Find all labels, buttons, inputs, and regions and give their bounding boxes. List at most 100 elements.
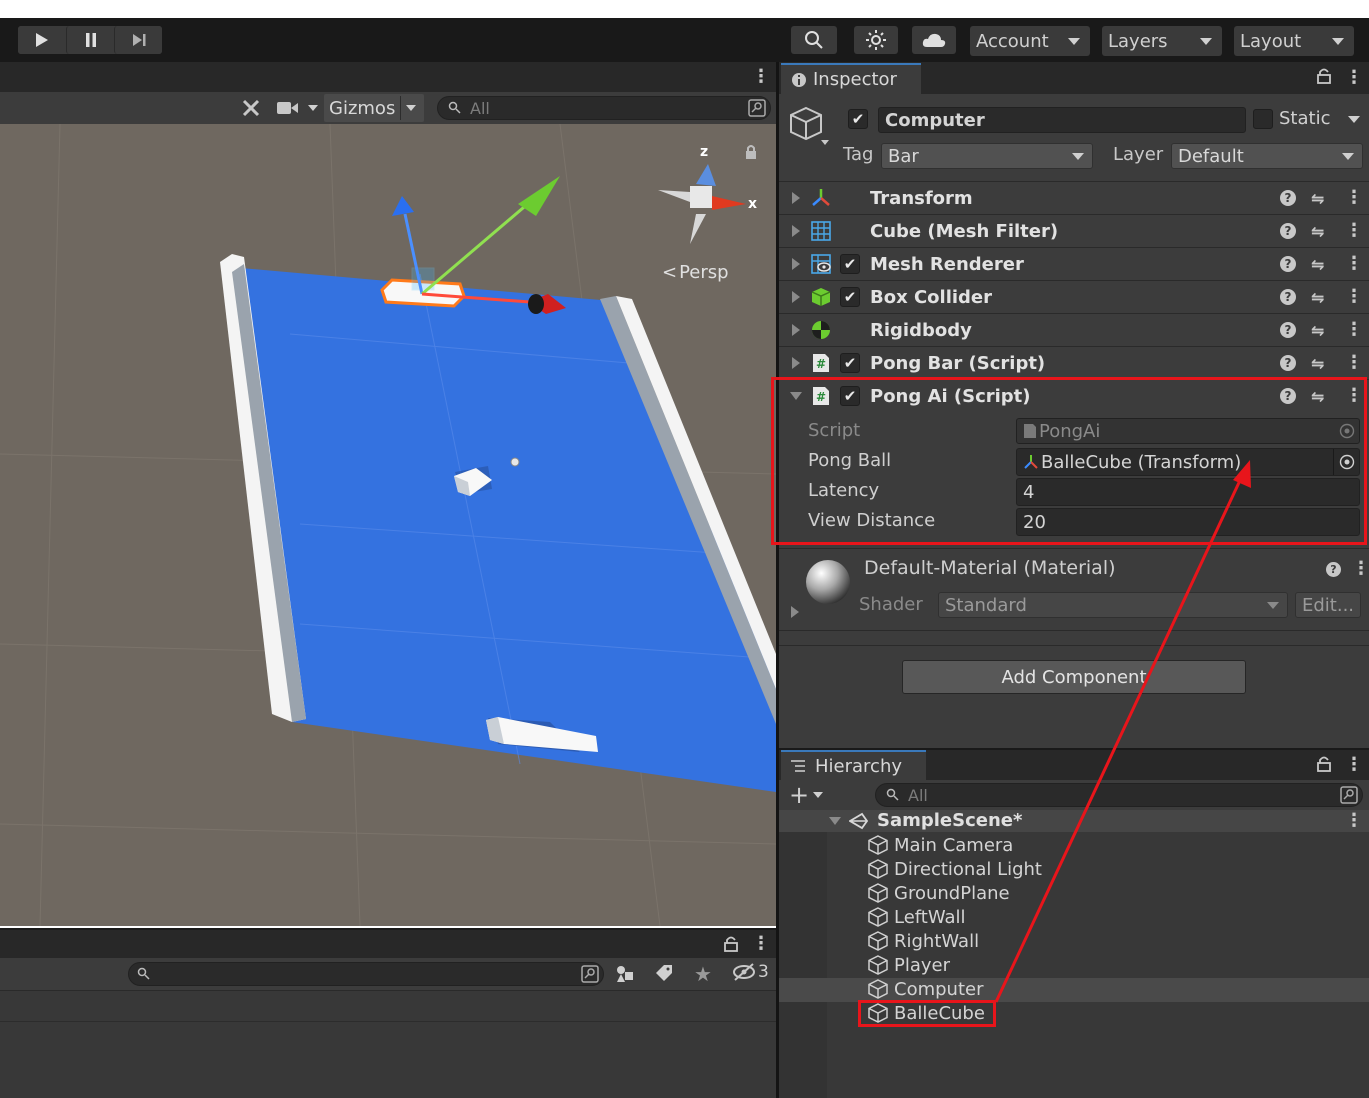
- help-icon[interactable]: ?: [1280, 256, 1296, 272]
- cloud-button[interactable]: [912, 26, 956, 54]
- scene-tab-bar: ⋮: [0, 62, 776, 92]
- scene-header-row[interactable]: SampleScene* ⋮: [779, 810, 1369, 832]
- mesh-filter-icon: [811, 221, 831, 241]
- search-button[interactable]: [791, 26, 837, 54]
- tab-hierarchy[interactable]: Hierarchy: [781, 750, 926, 780]
- foldout-arrow-icon[interactable]: [792, 357, 800, 369]
- play-button[interactable]: [18, 26, 66, 54]
- static-dropdown-chevron-icon[interactable]: [1348, 116, 1360, 123]
- account-dropdown[interactable]: Account: [970, 26, 1090, 56]
- open-search-window-icon[interactable]: [1340, 786, 1358, 804]
- shader-edit-button[interactable]: Edit...: [1295, 592, 1361, 618]
- component-mesh-filter[interactable]: Cube (Mesh Filter) ? ⇋ ⋮: [779, 214, 1369, 247]
- scene-more-icon[interactable]: ⋮: [752, 68, 770, 86]
- create-dropdown[interactable]: +: [789, 783, 829, 807]
- component-enabled-checkbox[interactable]: ✔: [840, 254, 860, 274]
- bottom-search-input[interactable]: [128, 962, 604, 986]
- presets-icon[interactable]: ⇋: [1311, 189, 1324, 208]
- foldout-arrow-expanded-icon[interactable]: [829, 817, 841, 825]
- component-more-icon[interactable]: ⋮: [1345, 354, 1363, 372]
- filter-by-label-icon[interactable]: [654, 964, 674, 984]
- view-mode-toggle[interactable]: < Persp: [662, 262, 729, 283]
- component-more-icon[interactable]: ⋮: [1345, 189, 1363, 207]
- presets-icon[interactable]: ⇋: [1311, 222, 1324, 241]
- hidden-packages-toggle[interactable]: 3: [732, 962, 769, 982]
- presets-icon[interactable]: ⇋: [1311, 321, 1324, 340]
- chevron-down-icon: [406, 105, 416, 111]
- gameobject-cube-icon[interactable]: [789, 106, 831, 150]
- component-transform[interactable]: Transform ? ⇋ ⋮: [779, 181, 1369, 214]
- scene-search-input[interactable]: All: [437, 96, 771, 120]
- foldout-arrow-icon[interactable]: [792, 192, 800, 204]
- camera-dropdown[interactable]: [272, 94, 322, 122]
- component-mesh-renderer[interactable]: ✔ Mesh Renderer ? ⇋ ⋮: [779, 247, 1369, 280]
- open-search-window-icon[interactable]: [581, 965, 599, 983]
- foldout-arrow-icon[interactable]: [791, 606, 799, 618]
- lock-icon[interactable]: [724, 936, 738, 952]
- open-search-window-icon[interactable]: [748, 99, 766, 117]
- layer-dropdown[interactable]: Default: [1171, 143, 1363, 169]
- hierarchy-item[interactable]: Main Camera: [868, 833, 1013, 857]
- tab-inspector[interactable]: Inspector: [781, 63, 921, 94]
- add-component-button[interactable]: Add Component: [902, 660, 1246, 694]
- presets-icon[interactable]: ⇋: [1311, 255, 1324, 274]
- component-pong-bar-script[interactable]: # ✔ Pong Bar (Script) ? ⇋ ⋮: [779, 346, 1369, 379]
- hierarchy-item-label: Directional Light: [894, 858, 1042, 880]
- shader-dropdown[interactable]: Standard: [938, 592, 1288, 618]
- material-more-icon[interactable]: ⋮: [1352, 560, 1369, 578]
- gear-icon: [866, 30, 886, 50]
- component-more-icon[interactable]: ⋮: [1345, 222, 1363, 240]
- layout-dropdown[interactable]: Layout: [1234, 26, 1354, 56]
- component-enabled-checkbox[interactable]: ✔: [840, 353, 860, 373]
- component-more-icon[interactable]: ⋮: [1345, 321, 1363, 339]
- help-icon[interactable]: ?: [1280, 289, 1296, 305]
- scene-name: SampleScene*: [877, 810, 1023, 831]
- help-icon[interactable]: ?: [1326, 562, 1341, 577]
- bottom-panel-more-icon[interactable]: ⋮: [752, 935, 770, 953]
- component-more-icon[interactable]: ⋮: [1345, 255, 1363, 273]
- lock-icon[interactable]: [744, 144, 758, 160]
- lock-icon[interactable]: [1317, 756, 1331, 772]
- foldout-arrow-icon[interactable]: [792, 291, 800, 303]
- component-enabled-checkbox[interactable]: ✔: [840, 287, 860, 307]
- hierarchy-more-icon[interactable]: ⋮: [1345, 756, 1363, 774]
- hierarchy-gutter: [779, 832, 827, 1098]
- hierarchy-item[interactable]: Directional Light: [868, 857, 1042, 881]
- hierarchy-item[interactable]: LeftWall: [868, 905, 966, 929]
- static-checkbox[interactable]: [1253, 109, 1273, 129]
- hierarchy-item-selected[interactable]: Computer: [868, 977, 983, 1001]
- component-rigidbody[interactable]: Rigidbody ? ⇋ ⋮: [779, 313, 1369, 346]
- foldout-arrow-icon[interactable]: [792, 225, 800, 237]
- services-button[interactable]: [854, 26, 898, 54]
- gizmos-dropdown[interactable]: Gizmos: [324, 94, 424, 122]
- inspector-more-icon[interactable]: ⋮: [1345, 69, 1363, 87]
- hierarchy-item[interactable]: GroundPlane: [868, 881, 1010, 905]
- pause-button[interactable]: [66, 26, 114, 54]
- object-name-input[interactable]: Computer: [878, 107, 1246, 133]
- lock-icon[interactable]: [1317, 68, 1331, 84]
- favorites-star-icon[interactable]: ★: [694, 962, 712, 986]
- scene-render[interactable]: [0, 124, 776, 926]
- hierarchy-item[interactable]: Player: [868, 953, 950, 977]
- scene-more-icon[interactable]: ⋮: [1345, 812, 1363, 830]
- tag-dropdown[interactable]: Bar: [881, 143, 1093, 169]
- foldout-arrow-icon[interactable]: [792, 324, 800, 336]
- layers-dropdown[interactable]: Layers: [1102, 26, 1222, 56]
- gameobject-icon: [868, 859, 888, 879]
- filter-by-type-icon[interactable]: [615, 964, 635, 984]
- component-box-collider[interactable]: ✔ Box Collider ? ⇋ ⋮: [779, 280, 1369, 313]
- step-button[interactable]: [114, 26, 162, 54]
- hierarchy-search-input[interactable]: All: [875, 783, 1363, 807]
- help-icon[interactable]: ?: [1280, 355, 1296, 371]
- help-icon[interactable]: ?: [1280, 223, 1296, 239]
- foldout-arrow-icon[interactable]: [792, 258, 800, 270]
- active-checkbox[interactable]: ✔: [848, 109, 868, 129]
- component-more-icon[interactable]: ⋮: [1345, 288, 1363, 306]
- scene-viewport[interactable]: z x < Persp: [0, 124, 776, 926]
- presets-icon[interactable]: ⇋: [1311, 288, 1324, 307]
- hierarchy-item[interactable]: RightWall: [868, 929, 979, 953]
- tools-toggle[interactable]: [234, 94, 268, 122]
- help-icon[interactable]: ?: [1280, 322, 1296, 338]
- help-icon[interactable]: ?: [1280, 190, 1296, 206]
- presets-icon[interactable]: ⇋: [1311, 354, 1324, 373]
